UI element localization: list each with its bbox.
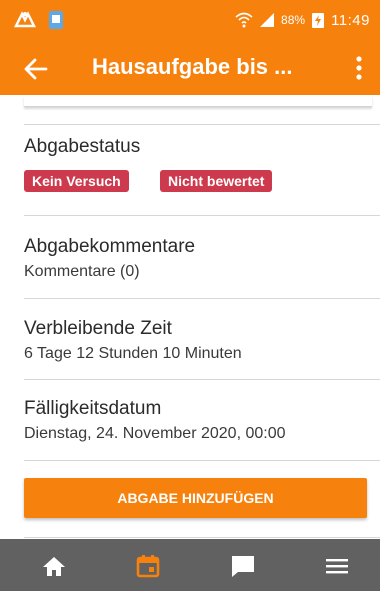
messages-icon[interactable] <box>229 553 257 579</box>
back-arrow-icon[interactable] <box>22 55 50 83</box>
card-edge <box>24 96 372 107</box>
abgabestatus-title: Abgabestatus <box>24 136 141 157</box>
status-bar: 88% 11:49 <box>0 0 380 41</box>
status-right: 88% 11:49 <box>235 11 370 29</box>
signal-icon <box>260 13 275 27</box>
home-icon[interactable] <box>40 553 68 579</box>
clock: 11:49 <box>331 11 370 29</box>
add-submission-button[interactable]: ABGABE HINZUFÜGEN <box>24 478 367 518</box>
kommentare-title: Abgabekommentare <box>24 236 196 257</box>
divider <box>24 379 380 380</box>
battery-charging-icon <box>312 13 325 28</box>
phone-icon <box>49 11 63 29</box>
kommentare-link[interactable]: Kommentare (0) <box>24 263 140 281</box>
app-notification-icon <box>14 11 36 28</box>
bottom-nav <box>0 539 380 591</box>
remaining-time-value: 6 Tage 12 Stunden 10 Minuten <box>24 345 242 362</box>
wifi-icon <box>235 12 253 28</box>
page-title: Hausaufgabe bis ... <box>92 54 293 79</box>
status-badge-attempt: Kein Versuch <box>24 170 129 192</box>
more-options-icon[interactable] <box>352 54 366 82</box>
due-date-title: Fälligkeitsdatum <box>24 398 162 419</box>
menu-icon[interactable] <box>323 553 351 579</box>
calendar-icon[interactable] <box>134 553 162 579</box>
divider <box>24 124 380 125</box>
remaining-time-title: Verbleibende Zeit <box>24 318 172 339</box>
app-bar: Hausaufgabe bis ... <box>0 41 380 95</box>
status-badge-grading: Nicht bewertet <box>160 170 273 192</box>
divider <box>24 215 380 216</box>
due-date-value: Dienstag, 24. November 2020, 00:00 <box>24 425 286 442</box>
status-left-icons <box>14 10 64 30</box>
divider <box>24 460 380 461</box>
divider <box>24 537 380 538</box>
battery-percent: 88% <box>281 13 306 27</box>
divider <box>24 298 380 299</box>
